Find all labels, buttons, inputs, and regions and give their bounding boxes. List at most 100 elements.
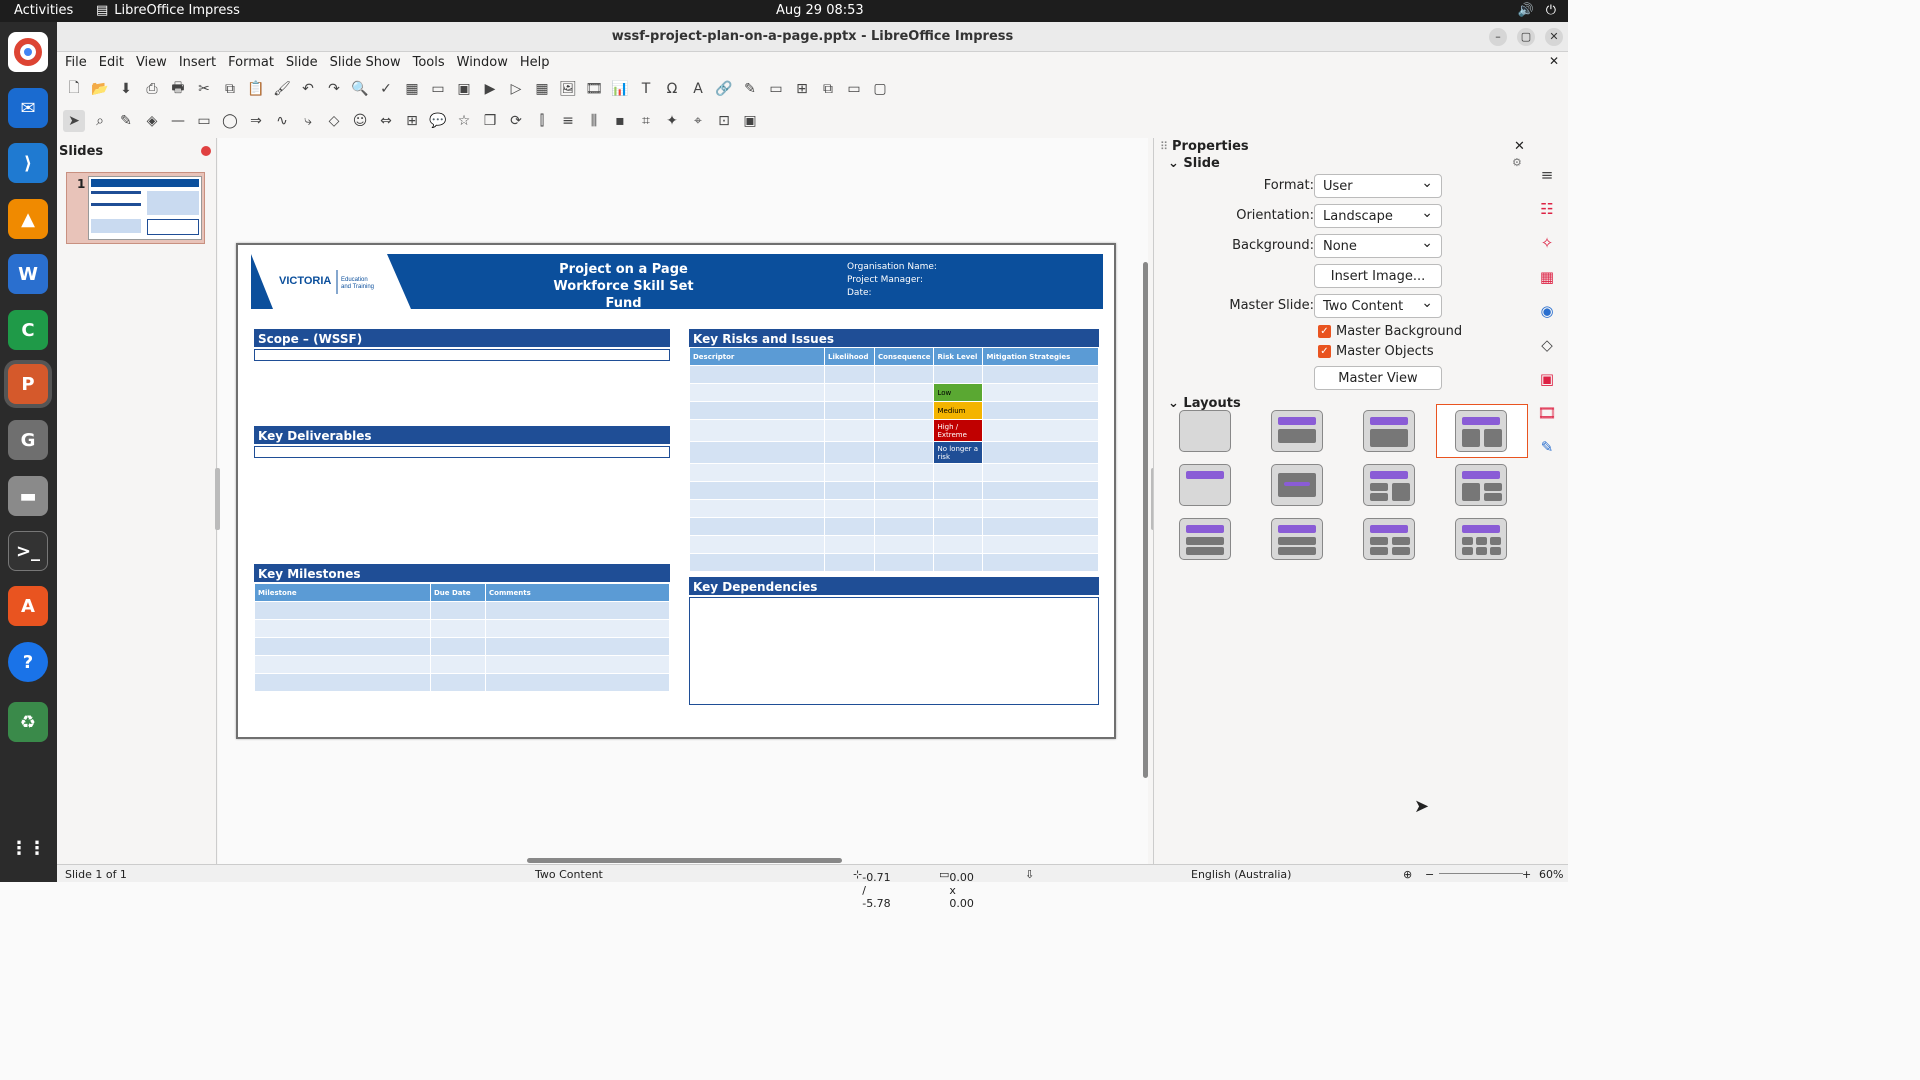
toggle-extrusion-icon[interactable]: ▣	[739, 110, 761, 132]
new-slide-icon[interactable]: ⊞	[791, 78, 813, 100]
power-icon[interactable]: ⏻	[1546, 3, 1556, 18]
clone-format-icon[interactable]: 🖌	[271, 78, 293, 100]
layout-two-content[interactable]	[1455, 410, 1507, 452]
points-icon[interactable]: ⌖	[687, 110, 709, 132]
layout-title-content[interactable]	[1363, 410, 1415, 452]
table-row[interactable]	[254, 637, 670, 656]
animation-tab-icon[interactable]: ▦	[1536, 268, 1558, 290]
save-icon[interactable]: ⬇	[115, 78, 137, 100]
table-row[interactable]	[689, 365, 1099, 384]
vertical-scrollbar[interactable]	[1143, 262, 1148, 778]
show-apps-icon[interactable]: ⋮⋮	[8, 828, 48, 868]
arrow-icon[interactable]: ⇒	[245, 110, 267, 132]
menu-window[interactable]: Window	[453, 52, 516, 74]
layout-title-content-2-content[interactable]	[1455, 464, 1507, 506]
menu-file[interactable]: File	[61, 52, 95, 74]
vscode-icon[interactable]: ⟩	[8, 143, 48, 183]
maximize-icon[interactable]: ▢	[1517, 28, 1535, 46]
deliverables-heading[interactable]: Key Deliverables	[254, 426, 670, 444]
duplicate-slide-icon[interactable]: ⧉	[817, 78, 839, 100]
curve-icon[interactable]: ∿	[271, 110, 293, 132]
new-icon[interactable]: 🗋	[63, 78, 85, 100]
menu-edit[interactable]: Edit	[95, 52, 132, 74]
text-box-icon[interactable]: T	[635, 78, 657, 100]
layout-blank[interactable]	[1179, 410, 1231, 452]
undo-icon[interactable]: ↶	[297, 78, 319, 100]
close-icon[interactable]: ✕	[1545, 28, 1563, 46]
styles-tab-icon[interactable]: ✎	[1536, 438, 1558, 460]
master-view-button[interactable]: Master View	[1314, 366, 1442, 390]
table-row[interactable]	[689, 499, 1099, 518]
filter-icon[interactable]: ✦	[661, 110, 683, 132]
special-character-icon[interactable]: Ω	[661, 78, 683, 100]
slide-1[interactable]: VICTORIA Education and Training Project …	[236, 243, 1116, 739]
volume-icon[interactable]: 🔊	[1518, 3, 1534, 18]
select-icon[interactable]: ➤	[63, 110, 85, 132]
close-properties-icon[interactable]: ✕	[1514, 139, 1525, 154]
close-slides-pane-icon[interactable]	[201, 146, 211, 156]
zoom-out-icon[interactable]: −	[1425, 868, 1434, 881]
draw-function-icon[interactable]: ✎	[739, 78, 761, 100]
scope-box[interactable]	[254, 349, 670, 361]
slide-layout-icon[interactable]: ▢	[869, 78, 891, 100]
clock[interactable]: Aug 29 08:53	[776, 3, 864, 18]
table-row[interactable]: No longer a risk	[689, 441, 1099, 464]
slide-transition-tab-icon[interactable]: ✧	[1536, 234, 1558, 256]
layout-title-slide[interactable]	[1271, 410, 1323, 452]
app-center-icon[interactable]: A	[8, 586, 48, 626]
line-icon[interactable]: —	[167, 110, 189, 132]
slide-canvas[interactable]: VICTORIA Education and Training Project …	[218, 138, 1148, 864]
hyperlink-icon[interactable]: 🔗	[713, 78, 735, 100]
thunderbird-icon[interactable]: ✉	[8, 88, 48, 128]
gimp-icon[interactable]: G	[8, 420, 48, 460]
layout-title-content-over-content[interactable]	[1271, 518, 1323, 560]
table-row[interactable]	[689, 517, 1099, 536]
start-first-slide-icon[interactable]: ▶	[479, 78, 501, 100]
image-icon[interactable]: 🖼	[557, 78, 579, 100]
stars-icon[interactable]: ☆	[453, 110, 475, 132]
drag-handle-icon[interactable]: ⠿	[1160, 140, 1168, 153]
background-dropdown[interactable]: None	[1314, 234, 1442, 258]
horizontal-scrollbar[interactable]	[527, 858, 842, 863]
find-replace-icon[interactable]: 🔍	[349, 78, 371, 100]
callouts-icon[interactable]: 💬	[427, 110, 449, 132]
cut-icon[interactable]: ✂	[193, 78, 215, 100]
menu-slide[interactable]: Slide	[282, 52, 326, 74]
master-slide-icon[interactable]: ▣	[453, 78, 475, 100]
open-icon[interactable]: 📂	[89, 78, 111, 100]
table-row[interactable]	[689, 481, 1099, 500]
3d-objects-icon[interactable]: ❒	[479, 110, 501, 132]
insert-image-button[interactable]: Insert Image...	[1314, 264, 1442, 288]
menu-slide-show[interactable]: Slide Show	[326, 52, 409, 74]
zoom-pan-icon[interactable]: ⌕	[89, 110, 111, 132]
help-icon[interactable]: ?	[8, 642, 48, 682]
master-background-checkbox[interactable]: ✓ Master Background	[1318, 324, 1462, 339]
files-icon[interactable]: ▬	[8, 476, 48, 516]
dependencies-heading[interactable]: Key Dependencies	[689, 577, 1099, 595]
properties-tab-icon[interactable]: ☷	[1536, 200, 1558, 222]
grid-icon[interactable]: ▦	[401, 78, 423, 100]
zoom-level[interactable]: 60%	[1539, 868, 1563, 881]
table-row[interactable]: Low	[689, 383, 1099, 402]
system-tray[interactable]: 🔊 ⏻	[1518, 3, 1556, 18]
chrome-icon[interactable]	[8, 32, 48, 72]
fit-slide-icon[interactable]: ⊕	[1403, 868, 1412, 881]
table-row[interactable]	[689, 535, 1099, 554]
paste-icon[interactable]: 📋	[245, 78, 267, 100]
ellipse-icon[interactable]: ◯	[219, 110, 241, 132]
master-slide-dropdown[interactable]: Two Content	[1314, 294, 1442, 318]
media-tab-icon[interactable]: 🎞	[1536, 404, 1558, 426]
shapes-tab-icon[interactable]: ◇	[1536, 336, 1558, 358]
dependencies-box[interactable]	[689, 597, 1099, 705]
layout-title-2-content-over[interactable]	[1179, 518, 1231, 560]
delete-slide-icon[interactable]: ▭	[843, 78, 865, 100]
display-views-icon[interactable]: ▭	[427, 78, 449, 100]
table-row[interactable]	[254, 673, 670, 692]
align-icon[interactable]: ⫿	[531, 110, 553, 132]
orientation-dropdown[interactable]: Landscape	[1314, 204, 1442, 228]
layout-title-6-content[interactable]	[1455, 518, 1507, 560]
export-pdf-icon[interactable]: ⎙	[141, 78, 163, 100]
arrange-icon[interactable]: ≡	[557, 110, 579, 132]
connector-icon[interactable]: ⤷	[297, 110, 319, 132]
milestones-heading[interactable]: Key Milestones	[254, 564, 670, 582]
